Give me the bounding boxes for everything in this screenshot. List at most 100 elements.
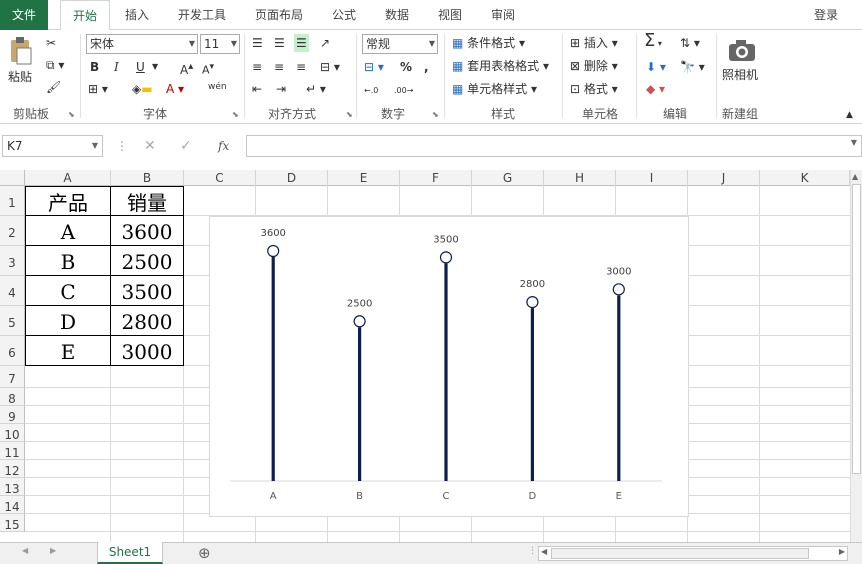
column-header-j[interactable]: J	[688, 170, 760, 186]
table-cell[interactable]: C	[25, 276, 111, 306]
column-header-d[interactable]: D	[256, 170, 328, 186]
table-cell[interactable]: D	[25, 306, 111, 336]
insert-cells-button[interactable]: ⊞ 插入 ▾	[570, 34, 618, 52]
paste-button[interactable]: 粘贴	[8, 68, 32, 86]
row-header-3[interactable]: 3	[0, 246, 25, 276]
cut-icon[interactable]: ✂	[46, 34, 56, 52]
align-top-icon[interactable]: ☰	[252, 34, 263, 52]
lollipop-marker-d[interactable]	[526, 296, 539, 309]
camera-button[interactable]: 照相机	[722, 66, 758, 84]
row-header-12[interactable]: 12	[0, 460, 25, 478]
tab-insert[interactable]: 插入	[116, 0, 158, 30]
align-right-icon[interactable]: ≡	[296, 58, 306, 76]
fill-color-icon[interactable]: ◈▬	[132, 80, 153, 98]
table-cell[interactable]: 2800	[111, 306, 184, 336]
row-header-11[interactable]: 11	[0, 442, 25, 460]
cancel-icon[interactable]: ✕	[144, 137, 156, 155]
clipboard-launcher-icon[interactable]: ⬊	[68, 110, 75, 119]
horizontal-scrollbar[interactable]: ◀ ▶	[538, 546, 848, 561]
row-header-9[interactable]: 9	[0, 406, 25, 424]
border-icon[interactable]: ⊞ ▾	[88, 80, 108, 98]
table-cell[interactable]: 3000	[111, 336, 184, 366]
align-left-icon[interactable]: ≡	[252, 58, 262, 76]
sort-filter-icon[interactable]: ⇅ ▾	[680, 34, 700, 52]
tab-file[interactable]: 文件	[0, 0, 48, 30]
column-header-b[interactable]: B	[111, 170, 184, 186]
tab-review[interactable]: 审阅	[482, 0, 524, 30]
column-header-i[interactable]: I	[616, 170, 688, 186]
row-header-2[interactable]: 2	[0, 216, 25, 246]
lollipop-marker-a[interactable]	[267, 244, 280, 258]
accounting-icon[interactable]: ⊟ ▾	[364, 58, 384, 76]
tab-home[interactable]: 开始	[60, 0, 110, 31]
prev-sheet-icon[interactable]: ◀	[22, 546, 28, 555]
table-cell[interactable]: 2500	[111, 246, 184, 276]
underline-button[interactable]: U	[136, 58, 145, 76]
tab-formulas[interactable]: 公式	[324, 0, 364, 30]
tab-view[interactable]: 视图	[430, 0, 470, 30]
copy-icon[interactable]: ⧉ ▾	[46, 56, 64, 74]
alignment-launcher-icon[interactable]: ⬊	[346, 110, 353, 119]
conditional-format-button[interactable]: ▦ 条件格式 ▾	[452, 34, 525, 52]
table-header-cell[interactable]: 销量	[111, 186, 184, 216]
font-size-select[interactable]: 11 ▼	[200, 34, 240, 54]
format-cells-button[interactable]: ⊡ 格式 ▾	[570, 80, 618, 98]
phonetic-icon[interactable]: wén	[208, 78, 227, 96]
row-header-15[interactable]: 15	[0, 514, 25, 532]
lollipop-marker-b[interactable]	[353, 315, 366, 328]
cell-styles-button[interactable]: ▦ 单元格样式 ▾	[452, 80, 537, 98]
font-color-button[interactable]: A ▾	[166, 80, 184, 98]
row-header-14[interactable]: 14	[0, 496, 25, 514]
format-as-table-button[interactable]: ▦ 套用表格格式 ▾	[452, 57, 549, 75]
column-header-a[interactable]: A	[25, 170, 111, 186]
font-launcher-icon[interactable]: ⬊	[232, 110, 239, 119]
orientation-icon[interactable]: ↗	[320, 34, 330, 52]
clear-icon[interactable]: ◆ ▾	[646, 80, 665, 98]
scroll-right-icon[interactable]: ▶	[839, 547, 845, 556]
insert-function-button[interactable]: fx	[218, 137, 229, 155]
column-header-f[interactable]: F	[400, 170, 472, 186]
tab-page-layout[interactable]: 页面布局	[246, 0, 312, 30]
add-sheet-button[interactable]: ⊕	[198, 544, 211, 562]
delete-cells-button[interactable]: ⊠ 删除 ▾	[570, 57, 618, 75]
comma-button[interactable]: ,	[424, 58, 429, 76]
lollipop-marker-c[interactable]	[439, 251, 453, 264]
row-header-8[interactable]: 8	[0, 388, 25, 406]
align-middle-icon[interactable]: ☰	[274, 34, 285, 52]
tab-developer[interactable]: 开发工具	[170, 0, 234, 30]
decrease-decimal-icon[interactable]: .00→	[394, 82, 413, 100]
column-header-c[interactable]: C	[184, 170, 256, 186]
number-format-select[interactable]: 常规 ▼	[362, 34, 438, 54]
tab-data[interactable]: 数据	[376, 0, 418, 30]
table-cell[interactable]: E	[25, 336, 111, 366]
find-select-icon[interactable]: 🔭 ▾	[680, 58, 705, 76]
row-header-10[interactable]: 10	[0, 424, 25, 442]
scroll-left-icon[interactable]: ◀	[541, 547, 547, 556]
name-box[interactable]: K7 ▼	[2, 135, 103, 157]
lollipop-marker-e[interactable]	[612, 283, 625, 296]
autosum-button[interactable]: Σ ▾	[644, 32, 662, 53]
vertical-scrollbar[interactable]: ▲	[850, 170, 862, 542]
select-all-corner[interactable]	[0, 170, 25, 186]
bold-button[interactable]: B	[90, 58, 99, 76]
row-header-7[interactable]: 7	[0, 366, 25, 388]
increase-decimal-icon[interactable]: ←.0	[364, 82, 378, 100]
shrink-font-button[interactable]: A▾	[202, 58, 214, 80]
collapse-ribbon-icon[interactable]: ▲	[846, 106, 853, 124]
increase-indent-icon[interactable]: ⇥	[276, 80, 286, 98]
split-handle[interactable]: ⋮	[528, 546, 537, 556]
font-name-select[interactable]: 宋体 ▼	[86, 34, 198, 54]
table-cell[interactable]: B	[25, 246, 111, 276]
scroll-up-icon[interactable]: ▲	[852, 172, 858, 181]
grow-font-button[interactable]: A▴	[180, 58, 193, 79]
merge-icon[interactable]: ⊟ ▾	[320, 58, 340, 76]
row-header-13[interactable]: 13	[0, 478, 25, 496]
row-header-5[interactable]: 5	[0, 306, 25, 336]
underline-dropdown-icon[interactable]: ▼	[152, 58, 158, 76]
sheet-tab-sheet1[interactable]: Sheet1	[97, 542, 163, 564]
table-header-cell[interactable]: 产品	[25, 186, 111, 216]
wrap-text-icon[interactable]: ↵ ▾	[306, 80, 326, 98]
column-header-e[interactable]: E	[328, 170, 400, 186]
vertical-scroll-thumb[interactable]	[852, 184, 861, 474]
decrease-indent-icon[interactable]: ⇤	[252, 80, 262, 98]
